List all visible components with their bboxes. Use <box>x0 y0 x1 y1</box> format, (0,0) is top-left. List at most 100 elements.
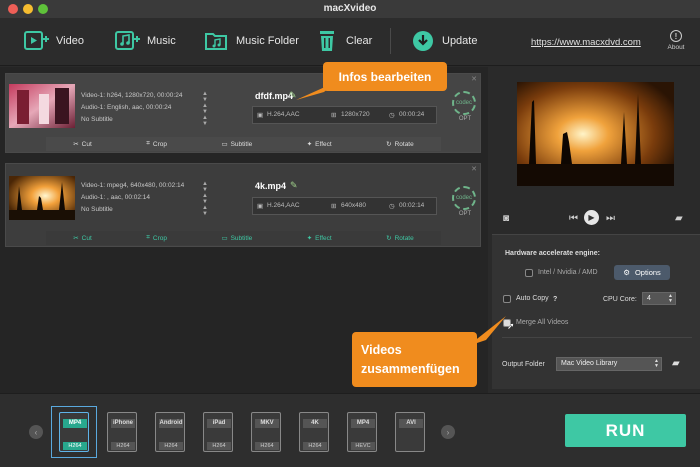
toolbar: Video Music Music Folder Clear Update ht… <box>0 18 700 66</box>
merge-videos-callout: Videos zusammenfügen <box>352 332 477 387</box>
audio-track-select[interactable]: ▲ ▼ <box>202 103 208 115</box>
output-codec: H.264,AAC <box>267 111 300 118</box>
auto-copy-label: Auto Copy <box>516 295 549 302</box>
output-duration: 00:00:24 <box>399 111 425 118</box>
crop-button[interactable]: ⌗ Crop <box>146 234 167 242</box>
subtitle-select[interactable]: ▲ ▼ <box>202 115 208 127</box>
video-thumbnail <box>9 84 75 128</box>
preset-format: iPad <box>207 419 231 428</box>
resolution-icon: ⊞ <box>331 112 337 119</box>
preset-codec: H264 <box>207 442 231 450</box>
add-music-folder-button[interactable]: Music Folder <box>204 26 299 56</box>
remove-item-icon[interactable]: ✕ <box>471 75 477 83</box>
clock-icon: ◷ <box>389 203 395 210</box>
output-codec: H.264,AAC <box>267 202 300 209</box>
subtitle-button[interactable]: ▭ Subtitle <box>221 234 252 243</box>
preset-mp4-h264[interactable]: MP4 H264 <box>56 410 92 454</box>
edit-info-callout: Infos bearbeiten <box>323 62 447 91</box>
options-button[interactable]: ⚙ Options <box>614 265 670 280</box>
video-track-select[interactable]: ▲ ▼ <box>202 181 208 193</box>
gear-icon: ⚙ <box>623 268 630 277</box>
clear-button-label: Clear <box>346 35 373 47</box>
info-icon: ! <box>670 30 682 42</box>
preset-format: MKV <box>255 419 279 428</box>
media-info: Video-1: mpeg4, 640x480, 00:02:14 Audio-… <box>81 180 184 216</box>
effect-button[interactable]: ✦ Effect <box>307 234 332 243</box>
effect-button[interactable]: ✦ Effect <box>306 140 332 149</box>
edit-actions-bar: ✂ Cut ⌗ Crop ▭ Subtitle ✦ Effect ↻ Rotate <box>46 231 441 245</box>
remove-item-icon[interactable]: ✕ <box>471 165 477 173</box>
crop-icon: ⌗ <box>146 140 150 147</box>
subtitle-info: No Subtitle <box>81 206 113 213</box>
merge-videos-label: Merge All Videos <box>516 319 569 326</box>
rotate-icon: ↻ <box>386 235 392 242</box>
rotate-button[interactable]: ↻ Rotate <box>386 140 414 149</box>
codec-badge-label: codec <box>455 100 472 106</box>
opt-label: OPT <box>458 116 472 122</box>
magic-wand-icon: ✦ <box>306 141 313 148</box>
edit-pencil-icon[interactable]: ✎ <box>290 180 298 191</box>
rotate-button[interactable]: ↻ Rotate <box>386 234 414 243</box>
music-folder-button-label: Music Folder <box>236 35 299 47</box>
auto-copy-help-icon[interactable]: ? <box>553 296 557 303</box>
edit-info-callout-text: Infos bearbeiten <box>338 69 432 84</box>
preset-iphone[interactable]: iPhone H264 <box>104 410 140 454</box>
output-resolution: 640x480 <box>341 202 366 209</box>
add-video-button[interactable]: Video <box>24 26 84 56</box>
preset-mp4-hevc[interactable]: MP4 HEVC <box>344 410 380 454</box>
clear-button[interactable]: Clear <box>314 26 372 56</box>
about-button[interactable]: ! About <box>664 30 688 51</box>
audio-track-info: Audio-1: English, aac, 00:00:24 <box>81 104 172 111</box>
rotate-label: Rotate <box>394 140 414 148</box>
download-icon <box>410 28 436 54</box>
video-track-info: Video-1: mpeg4, 640x480, 00:02:14 <box>81 182 185 189</box>
run-button[interactable]: RUN <box>565 414 686 447</box>
preset-mkv[interactable]: MKV H264 <box>248 410 284 454</box>
merge-callout-line2: zusammenfügen <box>361 362 460 376</box>
preset-android[interactable]: Android H264 <box>152 410 188 454</box>
audio-track-select[interactable]: ▲ ▼ <box>202 193 208 205</box>
file-item[interactable]: Video-1: mpeg4, 640x480, 00:02:14 Audio-… <box>5 163 481 247</box>
crop-icon: ⌗ <box>146 234 150 241</box>
codec-options-button[interactable]: codec OPT <box>452 91 478 122</box>
crop-button[interactable]: ⌗ Crop <box>146 140 167 148</box>
rotate-label: Rotate <box>394 234 414 242</box>
open-folder-icon[interactable]: ▰ <box>675 213 683 224</box>
folder-music-icon <box>204 28 230 54</box>
previous-icon[interactable]: ⏮ <box>569 213 578 224</box>
output-folder-label: Output Folder <box>502 361 545 368</box>
preset-ipad[interactable]: iPad H264 <box>200 410 236 454</box>
cut-button[interactable]: ✂ Cut <box>73 234 92 243</box>
subtitle-info: No Subtitle <box>81 116 113 123</box>
output-info-box: ▣ H.264,AAC ⊞ 1280x720 ◷ 00:00:24 <box>252 106 437 124</box>
output-folder-select[interactable]: Mac Video Library ▲ ▼ <box>556 357 662 371</box>
next-icon[interactable]: ⏭ <box>606 213 615 224</box>
auto-copy-checkbox[interactable] <box>503 295 511 303</box>
cpu-core-select[interactable]: 4 ▲ ▼ <box>642 292 676 305</box>
crop-label: Crop <box>152 140 167 148</box>
add-music-button[interactable]: Music <box>115 26 176 56</box>
subtitle-button[interactable]: ▭ Subtitle <box>221 140 252 149</box>
codec-options-button[interactable]: codec OPT <box>452 186 478 217</box>
preset-avi[interactable]: AVI <box>392 410 428 454</box>
cut-button[interactable]: ✂ Cut <box>73 140 92 149</box>
preset-4k[interactable]: 4K H264 <box>296 410 332 454</box>
scroll-right-icon[interactable]: › <box>441 425 455 439</box>
codec-badge-label: codec <box>455 195 472 201</box>
camera-icon[interactable]: ◙ <box>503 213 509 224</box>
hw-accel-checkbox[interactable] <box>525 269 533 277</box>
scroll-left-icon[interactable]: ‹ <box>29 425 43 439</box>
subtitle-icon: ▭ <box>221 141 228 148</box>
play-icon[interactable]: ▶ <box>584 210 599 225</box>
callout-arrow-icon <box>296 82 336 100</box>
update-button[interactable]: Update <box>410 26 477 56</box>
subtitle-select[interactable]: ▲ ▼ <box>202 205 208 217</box>
video-button-label: Video <box>56 35 84 47</box>
video-track-info: Video-1: h264, 1280x720, 00:00:24 <box>81 92 183 99</box>
resolution-icon: ⊞ <box>331 203 337 210</box>
output-filename: dfdf.mp4 <box>255 91 293 101</box>
browse-folder-icon[interactable]: ▰ <box>672 358 680 369</box>
website-link[interactable]: https://www.macxdvd.com <box>531 37 641 48</box>
preset-codec: H264 <box>303 442 327 450</box>
video-track-select[interactable]: ▲ ▼ <box>202 91 208 103</box>
